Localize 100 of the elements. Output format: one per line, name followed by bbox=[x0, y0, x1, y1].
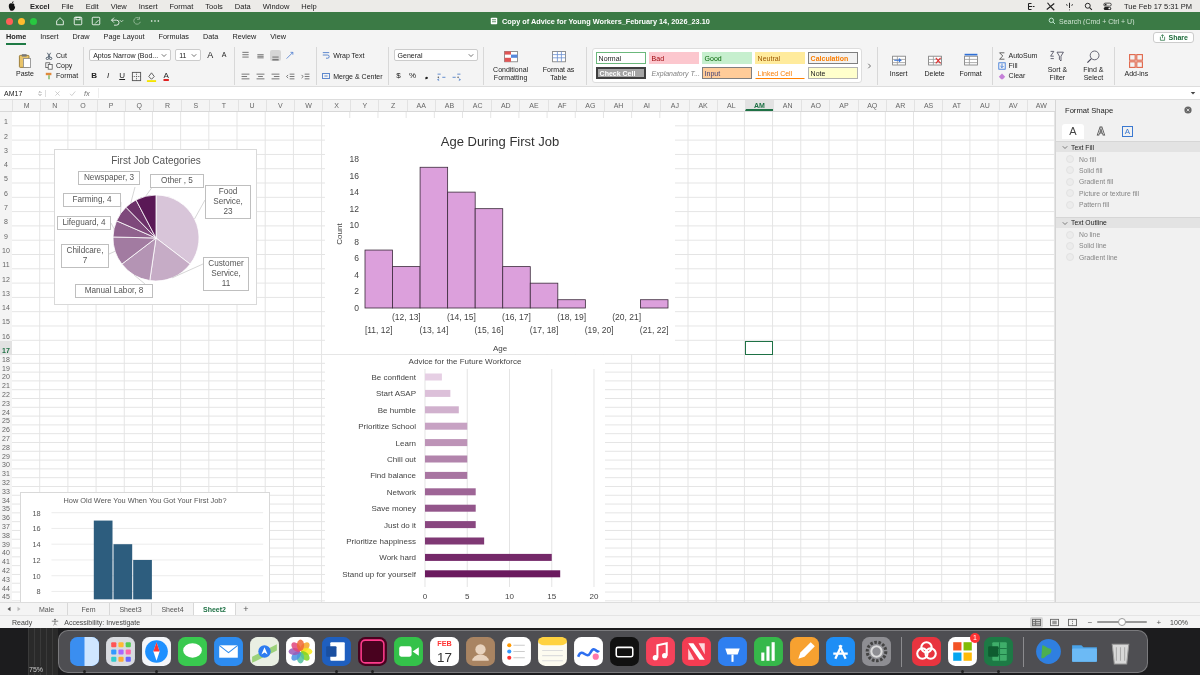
checkmark-icon[interactable] bbox=[69, 89, 76, 97]
home-icon[interactable] bbox=[55, 16, 65, 26]
scroll-left-icon[interactable] bbox=[6, 606, 12, 612]
envelope-icon[interactable] bbox=[213, 636, 244, 667]
align-right-icon[interactable] bbox=[270, 70, 282, 82]
save-as-icon[interactable] bbox=[91, 16, 101, 26]
italic-button[interactable]: I bbox=[103, 71, 114, 82]
align-left-icon[interactable] bbox=[240, 70, 252, 82]
spreadsheet-icon[interactable] bbox=[983, 636, 1014, 667]
zoom-out-button[interactable]: − bbox=[1087, 617, 1093, 627]
bar bbox=[425, 439, 468, 447]
gear-icon[interactable] bbox=[861, 636, 892, 667]
page-break-icon[interactable] bbox=[1065, 616, 1079, 628]
notepad-icon[interactable] bbox=[537, 636, 568, 667]
page-layout-icon[interactable] bbox=[1047, 616, 1061, 628]
zoom-icon[interactable] bbox=[30, 17, 37, 25]
calendar-icon[interactable]: FEB 17 bbox=[429, 636, 460, 667]
axis-category-label: Just do it bbox=[384, 520, 416, 530]
pen-icon[interactable] bbox=[789, 636, 820, 667]
toggle-icon[interactable] bbox=[1102, 1, 1112, 11]
document-icon[interactable] bbox=[321, 636, 352, 667]
font-color-button[interactable]: A bbox=[161, 71, 172, 82]
histogram-bar bbox=[364, 249, 393, 309]
bar bbox=[425, 488, 476, 496]
fan-icon[interactable] bbox=[1045, 1, 1055, 11]
speech-bubble-icon[interactable] bbox=[177, 636, 208, 667]
square-outline-icon[interactable] bbox=[357, 636, 388, 667]
comma-style-button[interactable]: ❟ bbox=[421, 71, 432, 82]
axis-category-label: Find balance bbox=[370, 471, 416, 481]
increase-decimal-icon[interactable] bbox=[435, 70, 447, 82]
leader-line bbox=[108, 251, 116, 255]
flower-icon[interactable] bbox=[285, 636, 316, 667]
bar bbox=[425, 471, 468, 479]
axis-tick-label: 8 bbox=[354, 236, 359, 247]
clipboard-icon bbox=[17, 53, 33, 69]
apple-icon[interactable] bbox=[8, 1, 16, 11]
align-bottom-icon[interactable] bbox=[270, 49, 282, 61]
table-rules-icon bbox=[502, 49, 519, 65]
video-camera-icon[interactable] bbox=[393, 636, 424, 667]
underline-button[interactable]: U bbox=[117, 71, 128, 82]
save-icon[interactable] bbox=[73, 16, 83, 26]
bar-chart-icon[interactable] bbox=[753, 636, 784, 667]
accessibility-icon[interactable] bbox=[51, 618, 60, 626]
currency-button[interactable]: $ bbox=[393, 71, 404, 82]
screen-icon[interactable] bbox=[609, 636, 640, 667]
bold-button[interactable]: B bbox=[89, 71, 100, 82]
histogram-bar bbox=[133, 559, 152, 600]
undo-icon[interactable] bbox=[109, 16, 124, 26]
add-sheet-button[interactable]: + bbox=[236, 603, 256, 615]
zoom-in-button[interactable]: + bbox=[1156, 617, 1162, 627]
axis-tick-label: (12, 13] bbox=[391, 312, 421, 322]
grid-icon[interactable] bbox=[105, 636, 136, 667]
compass-icon[interactable] bbox=[141, 636, 172, 667]
leader-line bbox=[171, 263, 204, 279]
four-squares-icon[interactable] bbox=[947, 636, 978, 667]
map-icon[interactable] bbox=[249, 636, 280, 667]
bar bbox=[425, 521, 476, 529]
chart-title: Advice for the Future Workforce bbox=[408, 357, 522, 366]
text-fill-tab[interactable]: A bbox=[1062, 124, 1084, 139]
increase-indent-icon[interactable] bbox=[300, 70, 312, 82]
axis-category-label: Be confident bbox=[371, 373, 416, 382]
checklist-icon[interactable] bbox=[501, 636, 532, 667]
globe-icon[interactable] bbox=[1033, 636, 1064, 667]
scribble-icon[interactable] bbox=[573, 636, 604, 667]
share-icon bbox=[1158, 34, 1166, 41]
text-box-tab[interactable]: A bbox=[1122, 126, 1133, 137]
align-center-icon[interactable] bbox=[255, 70, 267, 82]
newspaper-icon[interactable] bbox=[681, 636, 712, 667]
contact-card-icon[interactable] bbox=[465, 636, 496, 667]
bar bbox=[425, 537, 485, 545]
chevron-icon[interactable] bbox=[1190, 90, 1196, 96]
decrease-indent-icon[interactable] bbox=[285, 70, 297, 82]
close-icon[interactable] bbox=[1184, 106, 1192, 114]
axis-tick-label: 16 bbox=[349, 170, 359, 181]
rings-icon[interactable] bbox=[911, 636, 942, 667]
axis-category-label: Learn bbox=[395, 438, 416, 448]
axis-category-label: Prioritize School bbox=[358, 422, 416, 432]
music-note-icon[interactable] bbox=[645, 636, 676, 667]
decrease-decimal-icon[interactable] bbox=[450, 70, 462, 82]
podium-icon[interactable] bbox=[717, 636, 748, 667]
axis-tick-label: 18 bbox=[349, 154, 359, 164]
fill-down-icon bbox=[997, 61, 1006, 70]
data-label: Lifeguard, 4 bbox=[57, 216, 111, 230]
app-store-icon[interactable] bbox=[825, 636, 856, 667]
axis-tick-label: 6 bbox=[354, 253, 359, 264]
fill-color-icon[interactable] bbox=[146, 70, 158, 82]
percent-button[interactable]: % bbox=[407, 71, 418, 82]
axis-tick-label: 4 bbox=[354, 269, 359, 280]
search-icon[interactable] bbox=[1083, 1, 1093, 11]
align-top-icon[interactable] bbox=[240, 49, 252, 61]
minimize-icon[interactable] bbox=[18, 17, 25, 25]
slider-thumb[interactable] bbox=[1118, 618, 1127, 626]
exclamation-icon[interactable] bbox=[1064, 1, 1074, 11]
increase-font-button[interactable]: A bbox=[205, 50, 216, 61]
selected-cell[interactable] bbox=[745, 340, 774, 356]
chart-title: First Job Categories bbox=[111, 155, 201, 166]
normal-view-icon[interactable] bbox=[1029, 616, 1043, 628]
nodes-icon[interactable] bbox=[1026, 1, 1036, 11]
axis-tick-label: (19, 20] bbox=[584, 325, 614, 335]
borders-icon[interactable] bbox=[131, 70, 143, 82]
